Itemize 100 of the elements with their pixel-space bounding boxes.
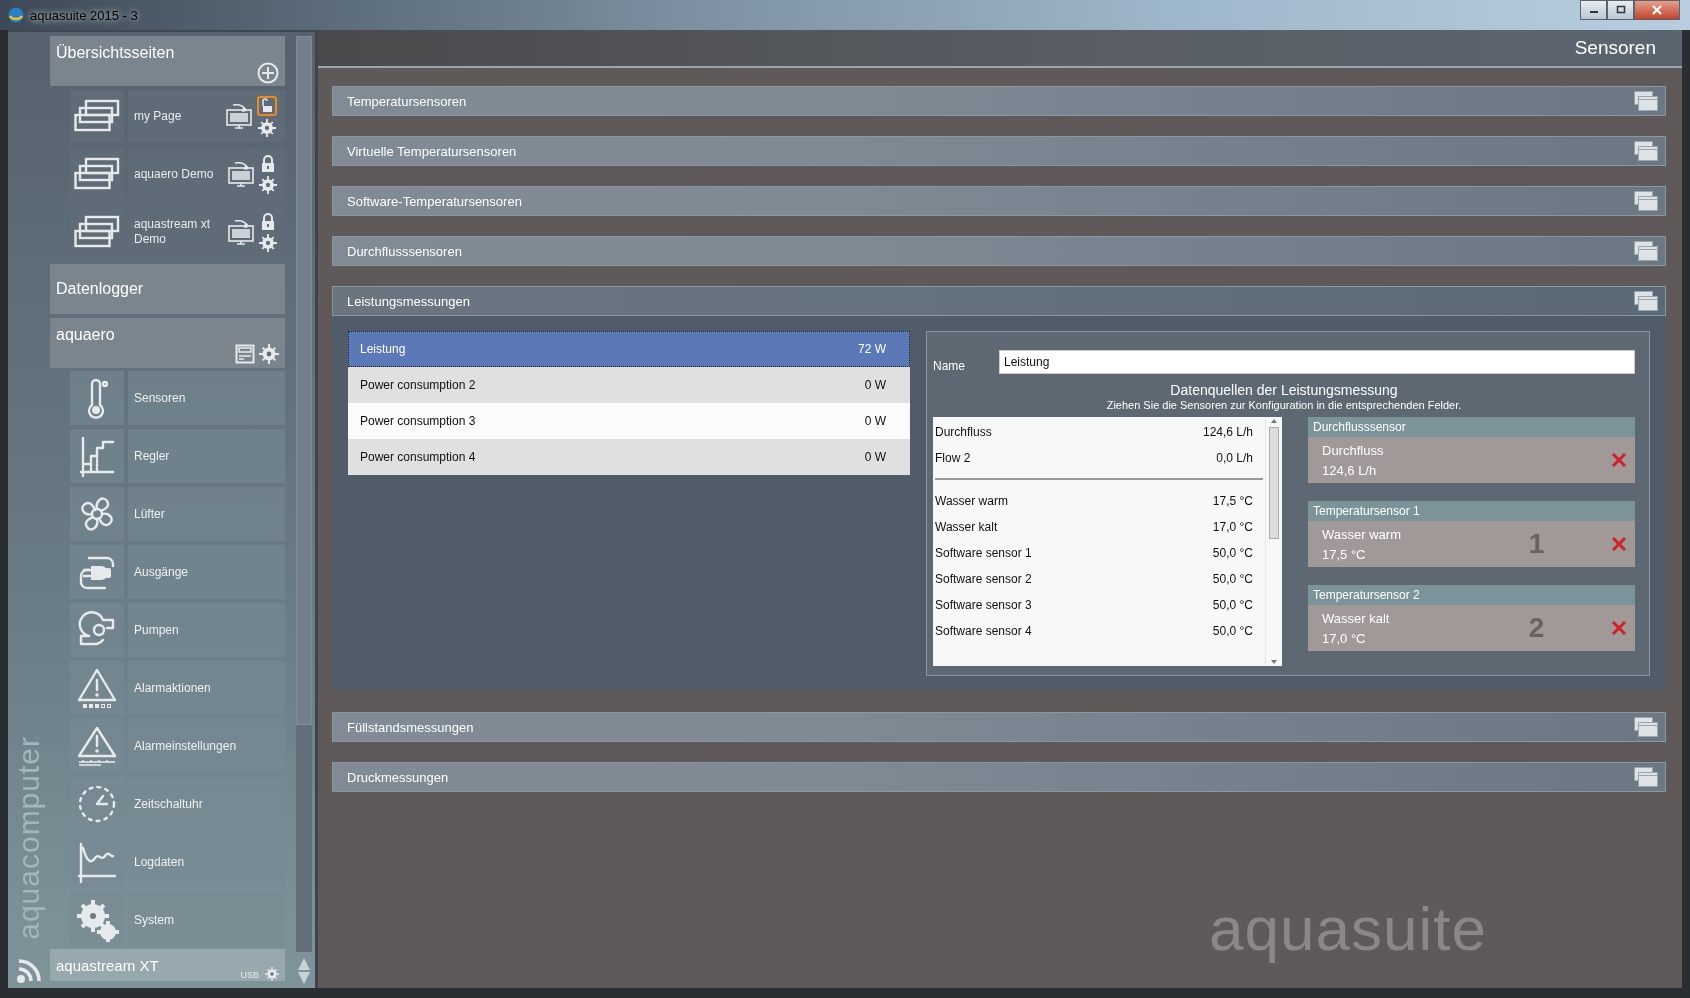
sensor-item[interactable]: Software sensor 2 50,0 °C	[933, 566, 1265, 592]
settings-icon[interactable]	[258, 118, 276, 137]
warning-icon	[75, 724, 119, 768]
wifi-signal-icon	[16, 958, 42, 984]
page-label: aquastream xt Demo	[134, 217, 212, 247]
device-title: aquaero	[56, 326, 116, 344]
window-icon[interactable]	[1633, 190, 1659, 212]
up-arrow-icon[interactable]	[298, 958, 310, 970]
window-icon[interactable]	[1633, 140, 1659, 162]
window-icon[interactable]	[1633, 766, 1659, 788]
power-row[interactable]: Power consumption 3 0 W	[348, 403, 910, 439]
sensor-item[interactable]: Software sensor 1 50,0 °C	[933, 540, 1265, 566]
settings-icon[interactable]	[259, 233, 277, 252]
slot-title: Temperatursensor 1	[1308, 501, 1635, 521]
datalogger-item[interactable]: Datenlogger	[50, 264, 285, 314]
section-header[interactable]: Virtuelle Temperatursensoren	[332, 136, 1666, 166]
nav-item[interactable]: Lüfter	[128, 487, 285, 541]
row-value: 0 W	[864, 378, 886, 392]
row-name: Leistung	[360, 342, 407, 356]
nav-item[interactable]: Regler	[128, 429, 285, 483]
device-header[interactable]: aquaero	[50, 318, 285, 368]
add-icon[interactable]	[257, 62, 279, 84]
section-title: Leistungsmessungen	[347, 293, 471, 309]
sensor-value: 124,6 L/h	[1202, 425, 1253, 439]
sensor-slot[interactable]: Durchfluss 124,6 L/h	[1308, 437, 1635, 483]
sensor-item[interactable]: Wasser kalt 17,0 °C	[933, 514, 1265, 540]
slot-sensor-value: 17,0 °C	[1322, 630, 1367, 646]
slot-sensor-value: 124,6 L/h	[1322, 462, 1378, 478]
section-header[interactable]: Software-Temperatursensoren	[332, 186, 1666, 216]
close-button[interactable]	[1634, 0, 1680, 20]
scrollbar-thumb[interactable]	[1269, 427, 1279, 539]
slot-sensor-name: Wasser warm	[1322, 526, 1402, 542]
sources-title: Datenquellen der Leistungsmessung	[1169, 382, 1399, 398]
monitor-icon[interactable]	[227, 160, 255, 188]
nav-item[interactable]: Sensoren	[128, 371, 285, 425]
section-header[interactable]: Temperatursensoren	[332, 86, 1666, 116]
monitor-icon[interactable]	[227, 218, 255, 246]
row-name: Power consumption 3	[360, 414, 477, 428]
nav-item[interactable]: Pumpen	[128, 603, 285, 657]
gears-icon	[75, 898, 119, 942]
power-row[interactable]: Leistung 72 W	[348, 331, 910, 367]
maximize-button[interactable]	[1607, 0, 1634, 20]
sensor-value: 50,0 °C	[1212, 598, 1253, 612]
sensor-name: Flow 2	[935, 451, 972, 465]
warning-icon	[75, 666, 119, 710]
section-header[interactable]: Durchflusssensoren	[332, 236, 1666, 266]
unlocked-lock-icon[interactable]	[257, 95, 277, 116]
app-logo-icon	[8, 7, 24, 23]
section-header[interactable]: Druckmessungen	[332, 762, 1666, 792]
nav-item[interactable]: Alarmaktionen	[128, 661, 285, 715]
save-icon[interactable]	[235, 344, 255, 364]
settings-icon[interactable]	[265, 967, 279, 981]
sensor-name: Software sensor 3	[935, 598, 1033, 612]
page-label: aquaero Demo	[134, 166, 215, 182]
row-name: Power consumption 2	[360, 378, 477, 392]
sensor-item[interactable]: Software sensor 3 50,0 °C	[933, 592, 1265, 618]
sensor-item[interactable]: Wasser warm 17,5 °C	[933, 488, 1265, 514]
section-title: Temperatursensoren	[347, 93, 468, 109]
stacked-windows-icon	[74, 215, 120, 249]
sensor-name: Wasser warm	[935, 494, 1009, 508]
section-header[interactable]: Leistungsmessungen	[332, 286, 1666, 316]
device-title: aquastream XT	[56, 956, 160, 974]
power-row[interactable]: Power consumption 4 0 W	[348, 439, 910, 475]
settings-icon[interactable]	[259, 175, 277, 194]
slot-sensor-name: Wasser kalt	[1322, 610, 1391, 626]
lock-icon[interactable]	[260, 154, 276, 173]
page-item[interactable]: my Page	[128, 90, 285, 142]
name-input[interactable]: Leistung	[999, 350, 1635, 374]
overview-header[interactable]: Übersichtsseiten	[50, 36, 285, 86]
window-icon[interactable]	[1633, 716, 1659, 738]
minimize-button[interactable]	[1580, 0, 1607, 20]
window-icon[interactable]	[1633, 240, 1659, 262]
sensor-item[interactable]: Software sensor 4 50,0 °C	[933, 618, 1265, 644]
scrollbar[interactable]	[296, 36, 312, 952]
scroll-up-icon[interactable]	[1270, 417, 1278, 425]
sensor-item[interactable]: Durchfluss 124,6 L/h	[933, 419, 1265, 445]
down-arrow-icon[interactable]	[298, 972, 310, 984]
window-icon[interactable]	[1633, 90, 1659, 112]
settings-icon[interactable]	[259, 344, 279, 364]
section-title: Virtuelle Temperatursensoren	[347, 143, 518, 159]
scroll-down-icon[interactable]	[1270, 658, 1278, 666]
device-footer[interactable]: aquastream XT USB	[50, 949, 285, 981]
nav-item[interactable]: Ausgänge	[128, 545, 285, 599]
sources-hint: Ziehen Sie die Sensoren zur Konfiguration in die entsprechenden Felder.	[1105, 399, 1463, 411]
slot-title: Durchflusssensor	[1308, 417, 1635, 437]
power-row[interactable]: Power consumption 2 0 W	[348, 367, 910, 403]
row-value: 0 W	[864, 414, 886, 428]
sensor-value: 0,0 L/h	[1216, 451, 1253, 465]
section-title: Füllstandsmessungen	[347, 719, 475, 735]
sensor-value: 50,0 °C	[1212, 546, 1253, 560]
sensor-value: 17,5 °C	[1212, 494, 1253, 508]
monitor-icon[interactable]	[225, 102, 253, 130]
section-header[interactable]: Füllstandsmessungen	[332, 712, 1666, 742]
window-icon[interactable]	[1633, 290, 1659, 312]
lock-icon[interactable]	[260, 212, 276, 231]
slot-sensor-name: Durchfluss	[1322, 442, 1385, 458]
row-value: 0 W	[864, 450, 886, 464]
section-title: Druckmessungen	[347, 769, 450, 785]
sensor-item[interactable]: Flow 2 0,0 L/h	[933, 445, 1265, 471]
page-item[interactable]: aquaero Demo	[128, 148, 285, 200]
